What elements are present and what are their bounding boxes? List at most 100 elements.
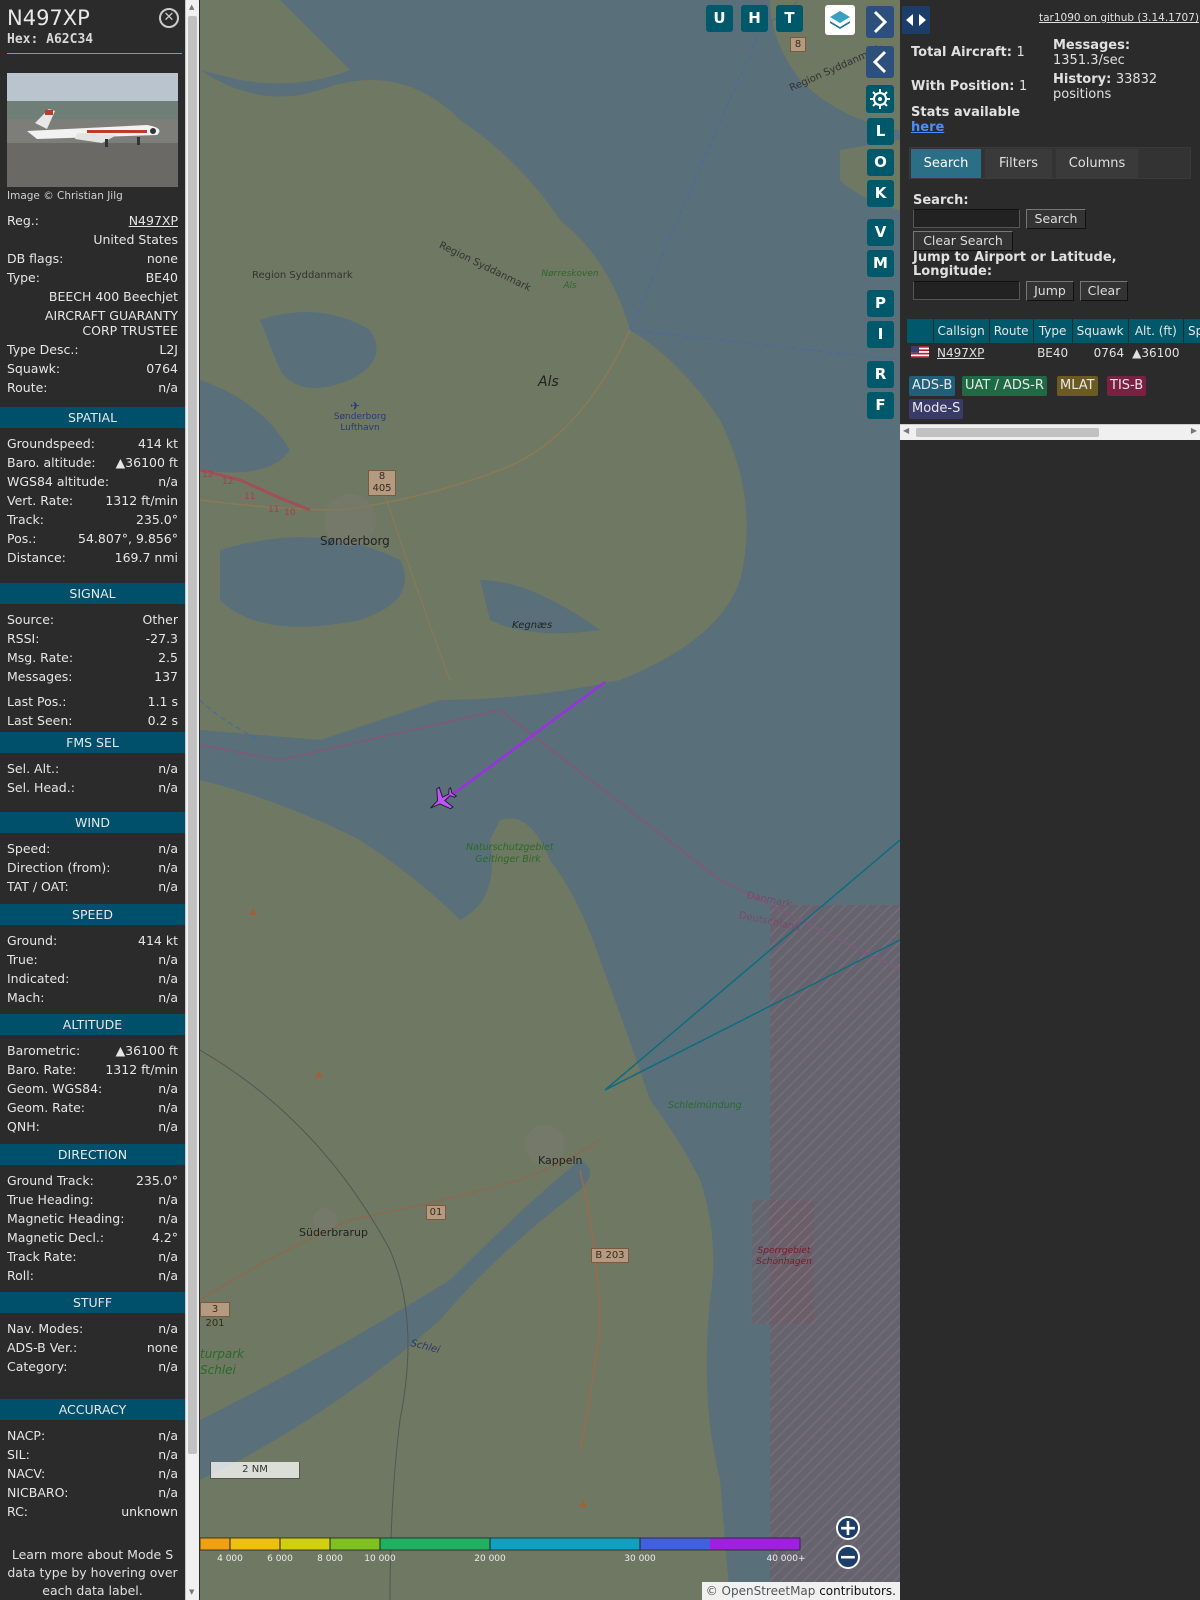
- stats-link[interactable]: here: [911, 120, 944, 135]
- section-0-row-6-label: Distance:: [7, 550, 66, 565]
- info-row-8: Route: n/a: [7, 380, 178, 398]
- toggle-i-button[interactable]: I: [867, 321, 894, 348]
- runway-label-11a: 11: [244, 492, 256, 502]
- col-callsign[interactable]: Callsign: [933, 319, 990, 343]
- section-0-row-3-value: 1312 ft/min: [105, 493, 178, 508]
- jump-input[interactable]: [913, 281, 1020, 300]
- section-altitude: ALTITUDE: [0, 1014, 185, 1035]
- col-squawk[interactable]: Squawk: [1072, 319, 1129, 343]
- aircraft-info-panel: N497XP Hex: A62C34 ✕ Image © Christian J…: [0, 0, 185, 1600]
- map-view[interactable]: ✈ Als Sønderborg Sønderborg Lufthavn Keg…: [200, 0, 900, 1600]
- zoom-in-button[interactable]: +: [836, 1516, 860, 1540]
- history-unit: positions: [1053, 87, 1112, 102]
- layers-button[interactable]: [825, 5, 855, 35]
- chevron-right-icon: [873, 10, 888, 34]
- toggle-u-button[interactable]: U: [706, 5, 733, 32]
- github-link[interactable]: tar1090 on github (3.14.1707): [1039, 12, 1199, 24]
- section-0-row-6: Distance: 169.7 nmi: [7, 550, 178, 568]
- section-4-row-0: Ground: 414 kt: [7, 933, 178, 951]
- total-aircraft-label: Total Aircraft:: [911, 45, 1012, 60]
- toggle-p-button[interactable]: P: [867, 290, 894, 317]
- section-1-row-1-value: -27.3: [145, 631, 178, 646]
- selected-hex: Hex: A62C34: [7, 32, 94, 47]
- tab-columns[interactable]: Columns: [1056, 149, 1138, 178]
- section-1-row-1: RSSI: -27.3: [7, 631, 178, 649]
- toggle-panel-width-button[interactable]: [902, 6, 930, 34]
- section-8-row-2-value: n/a: [158, 1466, 178, 1481]
- history: History: 33832: [1053, 72, 1157, 87]
- search-input[interactable]: [913, 209, 1020, 228]
- map-canvas[interactable]: ✈: [200, 0, 900, 1600]
- clear-search-button[interactable]: Clear Search: [913, 231, 1013, 251]
- label-region-syddanmark-1: Region Syddanmark: [252, 270, 353, 281]
- toggle-o-button[interactable]: O: [867, 149, 894, 176]
- attribution-brand[interactable]: © OpenStreetMap: [706, 1584, 816, 1598]
- legend-label-1: 6 000: [267, 1554, 293, 1564]
- section-6-row-0: Ground Track: 235.0°: [7, 1173, 178, 1191]
- section-2-row-0-value: n/a: [158, 761, 178, 776]
- settings-button[interactable]: [866, 85, 894, 113]
- toggle-l-button[interactable]: L: [867, 118, 894, 145]
- collapse-sidebar-button[interactable]: [866, 46, 894, 78]
- header-divider: [7, 53, 182, 54]
- label-als: Als: [538, 374, 559, 390]
- section-0-row-5-value: 54.807°, 9.856°: [78, 531, 178, 546]
- toggle-v-button[interactable]: V: [867, 219, 894, 246]
- zoom-out-button[interactable]: −: [836, 1545, 860, 1569]
- col-type[interactable]: Type: [1033, 319, 1073, 343]
- col-speed[interactable]: Spd: [1183, 319, 1200, 343]
- source-badge-mlat[interactable]: MLAT: [1057, 376, 1098, 396]
- section-8-row-1: SIL: n/a: [7, 1447, 178, 1465]
- col-altitude[interactable]: Alt. (ft): [1128, 319, 1185, 343]
- source-badge-tis-b[interactable]: TIS-B: [1107, 376, 1147, 396]
- source-badge-mode-s[interactable]: Mode-S: [909, 399, 964, 419]
- road-label-8-405: 8 405: [368, 470, 396, 496]
- section-1-row-5: Last Seen: 0.2 s: [7, 713, 178, 731]
- aircraft-photo[interactable]: [7, 73, 178, 187]
- section-8-row-0-value: n/a: [158, 1428, 178, 1443]
- road-label-b201: 3 201: [200, 1302, 230, 1329]
- registration-link[interactable]: N497XP: [129, 213, 178, 228]
- info-row-2-value: none: [146, 251, 178, 266]
- section-1-row-4-value: 1.1 s: [147, 694, 178, 709]
- close-icon[interactable]: ✕: [159, 8, 179, 28]
- section-6-row-3: Magnetic Decl.: 4.2°: [7, 1230, 178, 1248]
- section-8-row-0: NACP: n/a: [7, 1428, 178, 1446]
- tab-search[interactable]: Search: [911, 149, 981, 178]
- toggle-r-button[interactable]: R: [867, 361, 894, 388]
- label-naturpark-schlei: turpark Schlei: [200, 1347, 245, 1377]
- section-7-row-2: Category: n/a: [7, 1359, 178, 1377]
- source-badge-uat-ads-r[interactable]: UAT / ADS-R: [962, 376, 1047, 396]
- toggle-t-button[interactable]: T: [776, 5, 803, 32]
- section-1-row-0-value: Other: [142, 612, 179, 627]
- section-3-row-0-label: Speed:: [7, 841, 51, 856]
- toggle-m-button[interactable]: M: [867, 250, 894, 277]
- row-callsign-link[interactable]: N497XP: [937, 346, 984, 360]
- toggle-h-button[interactable]: H: [741, 5, 768, 32]
- expand-sidebar-button[interactable]: [866, 6, 894, 38]
- toggle-f-button[interactable]: F: [867, 392, 894, 419]
- section-wind: WIND: [0, 812, 185, 833]
- clear-jump-button[interactable]: Clear: [1080, 281, 1128, 301]
- section-0-row-1-label: Baro. altitude:: [7, 455, 96, 470]
- section-1-row-0-label: Source:: [7, 612, 55, 627]
- section-1-row-5-label: Last Seen:: [7, 713, 73, 728]
- stats-available-label: Stats available: [911, 105, 1021, 120]
- col-flag[interactable]: [907, 319, 934, 343]
- section-8-row-1-label: SIL:: [7, 1447, 30, 1462]
- source-badge-ads-b[interactable]: ADS-B: [909, 376, 956, 396]
- legend-label-2: 8 000: [317, 1554, 343, 1564]
- section-0-row-1-value: ▲36100 ft: [115, 455, 178, 470]
- col-route[interactable]: Route: [989, 319, 1034, 343]
- table-horizontal-scrollbar[interactable]: ◀ ▶: [900, 424, 1200, 440]
- table-row[interactable]: N497XP BE40 0764 ▲36100: [907, 343, 1200, 363]
- tab-filters[interactable]: Filters: [985, 149, 1052, 178]
- section-0-row-2-value: n/a: [158, 474, 178, 489]
- search-button[interactable]: Search: [1026, 209, 1086, 229]
- jump-button[interactable]: Jump: [1026, 281, 1074, 301]
- with-position-value: 1: [1019, 79, 1028, 94]
- toggle-k-button[interactable]: K: [867, 180, 894, 207]
- section-6-row-5: Roll: n/a: [7, 1268, 178, 1286]
- section-4-row-0-value: 414 kt: [138, 933, 178, 948]
- info-panel-scrollbar[interactable]: ▲ ▼: [185, 0, 199, 1600]
